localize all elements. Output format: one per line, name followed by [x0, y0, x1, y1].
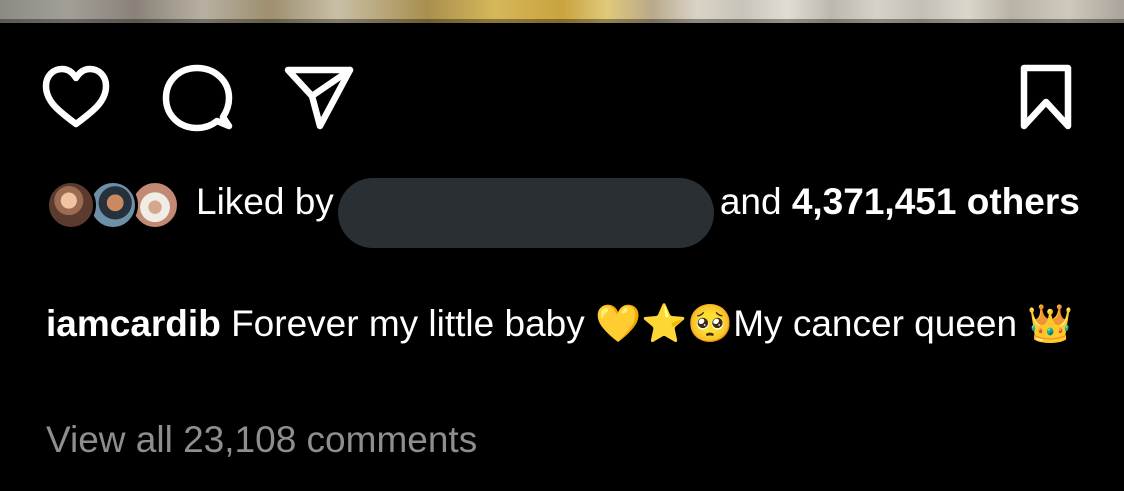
liked-by-label: Liked by: [196, 180, 334, 222]
comment-bubble-icon[interactable]: [161, 62, 233, 134]
likes-others[interactable]: others: [967, 181, 1080, 222]
heart-outline-icon[interactable]: [40, 62, 112, 134]
likes-count[interactable]: 4,371,451: [792, 181, 957, 222]
avatar: [46, 180, 96, 230]
post-caption: iamcardib Forever my little baby 💛⭐🥺My c…: [46, 300, 1086, 348]
caption-username[interactable]: iamcardib: [46, 303, 221, 344]
likes-summary[interactable]: Liked by and 4,371,451 others: [46, 172, 1106, 272]
post-action-bar: [0, 62, 1124, 132]
likes-text: Liked by and 4,371,451 others: [196, 174, 1106, 248]
paper-plane-icon[interactable]: [282, 62, 354, 134]
redacted-username: [337, 178, 714, 248]
instagram-post-footer: Liked by and 4,371,451 others iamcardib F…: [0, 0, 1124, 491]
caption-text: Forever my little baby 💛⭐🥺My cancer quee…: [231, 303, 1074, 344]
view-all-comments-link[interactable]: View all 23,108 comments: [46, 416, 477, 464]
post-image-edge[interactable]: [0, 0, 1124, 23]
liker-avatars: [46, 180, 186, 238]
bookmark-outline-icon[interactable]: [1010, 62, 1082, 134]
likes-connector: and: [719, 180, 782, 222]
